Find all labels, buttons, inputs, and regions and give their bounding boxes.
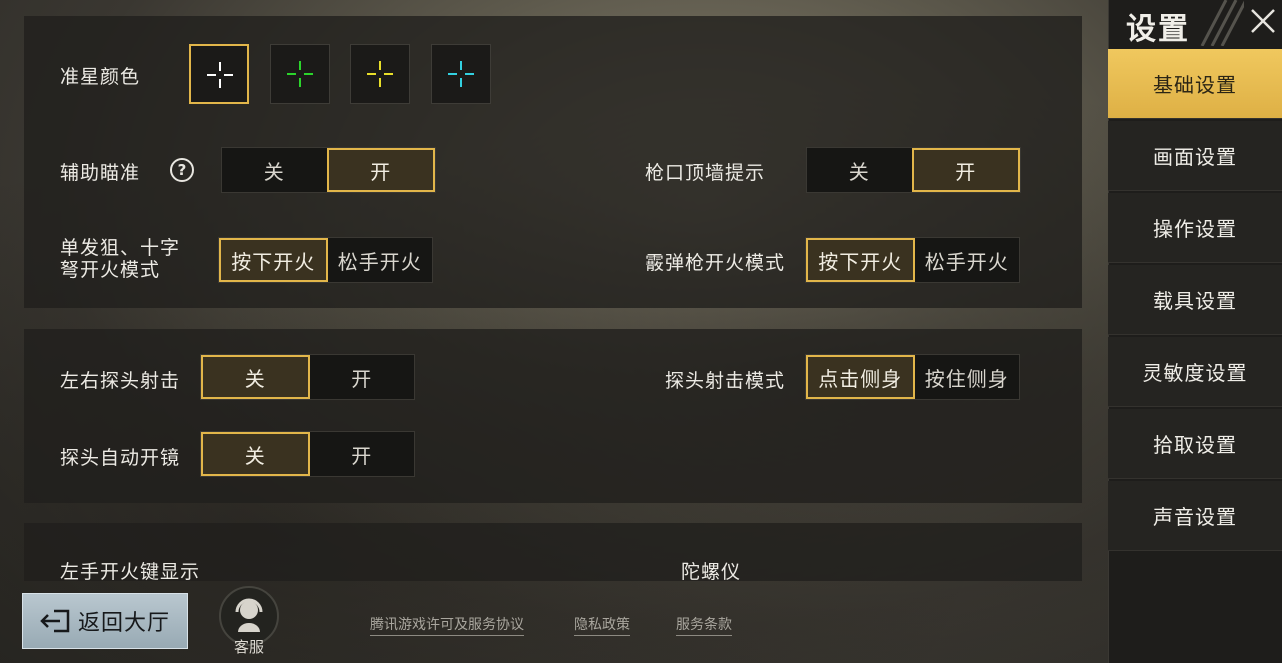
privacy-policy-link[interactable]: 隐私政策: [574, 614, 630, 636]
shotgun-press-fire-button[interactable]: 按下开火: [806, 238, 915, 282]
sniper-press-fire-button[interactable]: 按下开火: [219, 238, 328, 282]
left-fire-button-label: 左手开火键显示: [60, 561, 201, 583]
sidebar-item-sensitivity[interactable]: 灵敏度设置: [1108, 337, 1282, 407]
peek-fire-off-button[interactable]: 关: [201, 355, 310, 399]
settings-title: 设置: [1126, 12, 1190, 47]
peek-tap-button[interactable]: 点击侧身: [806, 355, 915, 399]
shotgun-fire-mode-label: 霰弹枪开火模式: [645, 252, 786, 274]
muzzle-wall-toggle: 关 开: [806, 147, 1021, 193]
gyroscope-label: 陀螺仪: [681, 561, 742, 583]
sidebar-item-controls[interactable]: 操作设置: [1108, 193, 1282, 263]
shotgun-release-fire-button[interactable]: 松手开火: [915, 238, 1020, 282]
muzzle-wall-off-button[interactable]: 关: [807, 148, 912, 192]
title-stripes-decoration: [1200, 0, 1244, 46]
sniper-fire-mode-toggle: 按下开火 松手开火: [218, 237, 433, 283]
back-to-lobby-label: 返回大厅: [77, 611, 170, 636]
peek-auto-scope-toggle: 关 开: [200, 431, 415, 477]
muzzle-wall-label: 枪口顶墙提示: [645, 162, 766, 184]
sidebar-item-audio[interactable]: 声音设置: [1108, 481, 1282, 551]
license-agreement-link[interactable]: 腾讯游戏许可及服务协议: [370, 614, 524, 636]
aim-assist-label: 辅助瞄准: [60, 162, 141, 184]
sniper-release-fire-button[interactable]: 松手开火: [328, 238, 433, 282]
aim-assist-toggle: 关 开: [221, 147, 436, 193]
peek-mode-label: 探头射击模式: [665, 370, 786, 392]
crosshair-white-icon: [207, 62, 233, 88]
customer-service-label: 客服: [234, 638, 265, 656]
muzzle-wall-on-button[interactable]: 开: [911, 148, 1020, 192]
peek-auto-scope-on-button[interactable]: 开: [310, 432, 415, 476]
sidebar-item-vehicle[interactable]: 载具设置: [1108, 265, 1282, 335]
peek-mode-toggle: 点击侧身 按住侧身: [805, 354, 1020, 400]
sidebar-item-pickup[interactable]: 拾取设置: [1108, 409, 1282, 479]
shotgun-fire-mode-toggle: 按下开火 松手开火: [805, 237, 1020, 283]
peek-fire-label: 左右探头射击: [60, 370, 181, 392]
peek-hold-button[interactable]: 按住侧身: [915, 355, 1020, 399]
crosshair-cyan-icon: [448, 61, 474, 87]
sidebar-item-graphics[interactable]: 画面设置: [1108, 121, 1282, 191]
help-icon[interactable]: ?: [170, 158, 194, 182]
peek-auto-scope-off-button[interactable]: 关: [201, 432, 310, 476]
crosshair-swatch-cyan[interactable]: [431, 44, 491, 104]
exit-arrow-icon: [40, 609, 70, 633]
crosshair-swatch-green[interactable]: [270, 44, 330, 104]
crosshair-color-label: 准星颜色: [60, 66, 141, 88]
peek-fire-on-button[interactable]: 开: [310, 355, 415, 399]
sniper-fire-mode-label: 单发狙、十字弩开火模式: [60, 237, 181, 281]
back-to-lobby-button[interactable]: 返回大厅: [22, 593, 188, 649]
aim-assist-off-button[interactable]: 关: [222, 148, 327, 192]
aim-assist-on-button[interactable]: 开: [326, 148, 435, 192]
terms-of-service-link[interactable]: 服务条款: [676, 614, 732, 636]
crosshair-yellow-icon: [367, 61, 393, 87]
close-icon[interactable]: [1248, 6, 1278, 36]
sidebar-item-basic[interactable]: 基础设置: [1108, 49, 1282, 119]
crosshair-swatch-yellow[interactable]: [350, 44, 410, 104]
peek-fire-toggle: 关 开: [200, 354, 415, 400]
crosshair-green-icon: [287, 61, 313, 87]
peek-auto-scope-label: 探头自动开镜: [60, 447, 181, 469]
crosshair-swatch-white[interactable]: [189, 44, 249, 104]
